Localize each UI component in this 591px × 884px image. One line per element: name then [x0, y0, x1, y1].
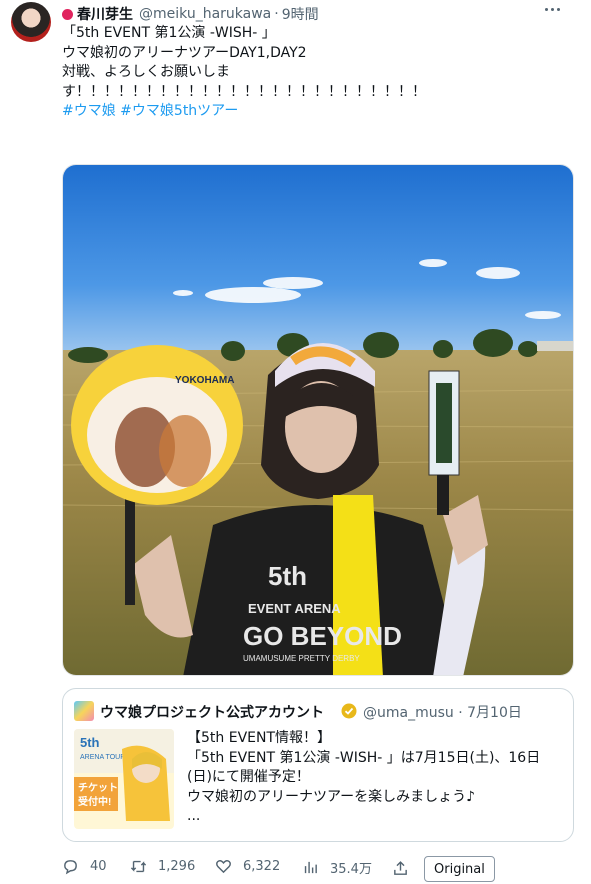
tweet-actions: 40 1,296 6,322 35.4万 Original	[62, 856, 582, 884]
quoted-tweet-date[interactable]: 7月10日	[467, 705, 522, 721]
author-avatar[interactable]	[11, 2, 51, 42]
shirt-print-1: 5th	[268, 561, 307, 591]
shirt-print-4: UMAMUSUME PRETTY DERBY	[243, 654, 360, 663]
quoted-line: ウマ娘初のアリーナツアーを楽しみましょう♪	[187, 788, 476, 805]
reply-button[interactable]: 40	[62, 858, 107, 875]
view-count: 35.4万	[330, 862, 372, 877]
retweet-button[interactable]: 1,296	[130, 858, 195, 875]
tweet-header: 春川芽生 @meiku_harukawa · 9時間	[62, 4, 319, 24]
thumb-title: 5th	[80, 735, 100, 750]
author-handle[interactable]: @meiku_harukawa	[139, 6, 271, 22]
like-count: 6,322	[243, 859, 281, 874]
shirt-print-2: EVENT ARENA	[248, 601, 341, 616]
retweet-count: 1,296	[158, 859, 196, 874]
original-button[interactable]: Original	[424, 856, 495, 882]
quoted-line: ...	[187, 808, 201, 824]
thumb-ticket-1: チケット	[78, 782, 118, 794]
tweet-line: 「5th EVENT 第1公演 -WISH- 」	[62, 25, 276, 41]
farm-building	[537, 341, 573, 351]
share-icon[interactable]	[392, 860, 409, 877]
thumb-subtitle: ARENA TOUR	[80, 754, 125, 761]
views-bar-chart-icon	[304, 861, 317, 874]
more-options-icon[interactable]	[545, 8, 560, 11]
quoted-line: 【5th EVENT情報！】	[187, 730, 332, 746]
quoted-line: 「5th EVENT 第1公演 -WISH- 」は7月15日(土)、16日	[187, 749, 541, 766]
quoted-tweet-text: 【5th EVENT情報！】 「5th EVENT 第1公演 -WISH- 」は…	[187, 729, 567, 827]
fan-print: YOKOHAMA	[175, 375, 234, 386]
reply-count: 40	[90, 859, 107, 874]
tweet-text: 「5th EVENT 第1公演 -WISH- 」 ウマ娘初のアリーナツアーDAY…	[62, 24, 567, 122]
tweet-photo[interactable]: 5th EVENT ARENA GO BEYOND UMAMUSUME PRET…	[62, 164, 574, 676]
red-circle-emoji-icon	[62, 8, 73, 20]
quoted-author-avatar[interactable]	[74, 701, 94, 721]
tweet-line: 対戦、よろしくお願いしま	[62, 64, 230, 80]
quoted-author-handle[interactable]: @uma_musu	[363, 705, 454, 721]
quoted-line: (日)にて開催予定！	[187, 769, 310, 785]
tweet-time[interactable]: 9時間	[282, 4, 319, 24]
retweet-icon	[130, 860, 147, 873]
quoted-author-meta: @uma_musu · 7月10日	[363, 702, 522, 722]
like-button[interactable]: 6,322	[215, 858, 280, 875]
thumb-ticket-2: 受付中!	[78, 795, 111, 808]
heart-icon	[216, 860, 231, 874]
author-display-name[interactable]: 春川芽生	[77, 4, 133, 24]
separator: ·	[274, 6, 279, 22]
shirt-print-3: GO BEYOND	[243, 621, 402, 651]
separator: ·	[458, 705, 463, 721]
verified-badge-icon	[341, 703, 357, 719]
hashtag-links[interactable]: #ウマ娘 #ウマ娘5thツアー	[62, 102, 567, 122]
quoted-author-name[interactable]: ウマ娘プロジェクト公式アカウント	[100, 702, 324, 722]
tweet-line: す！！！！！！！！！！！！！！！！！！！！！！！！！	[62, 83, 426, 100]
quoted-tweet[interactable]: ウマ娘プロジェクト公式アカウント @uma_musu · 7月10日 5th A…	[62, 688, 574, 842]
reply-icon	[64, 860, 77, 875]
tweet-line: ウマ娘初のアリーナツアーDAY1,DAY2	[62, 44, 307, 61]
views-button[interactable]: 35.4万	[302, 858, 372, 877]
quoted-tweet-thumbnail[interactable]: 5th ARENA TOUR チケット 受付中!	[74, 729, 174, 829]
